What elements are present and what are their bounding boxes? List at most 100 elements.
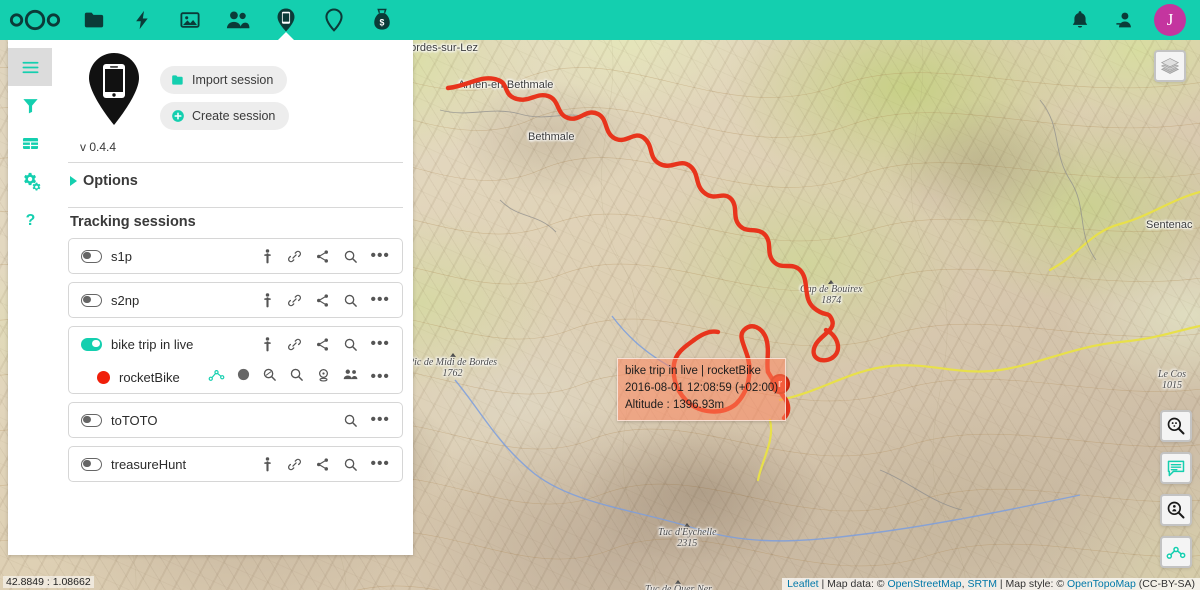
app-version: v 0.4.4 [80,140,403,154]
walking-person-icon[interactable] [261,337,274,352]
filled-circle-icon[interactable] [237,368,250,386]
lightning-icon [131,9,153,31]
device-row[interactable]: rocketBike ••• [69,361,402,393]
link-icon[interactable] [287,249,302,264]
phone-map-pin-icon [86,52,142,126]
tooltip-icon [1166,458,1186,478]
zoom-line-icon[interactable] [262,367,277,387]
topbar-item-phonetrack[interactable] [262,0,310,40]
attr-text-2: | Map style: © [997,578,1067,590]
import-session-label: Import session [192,73,273,87]
attr-license: (CC-BY-SA) [1136,578,1195,590]
session-row[interactable]: s1p ••• [69,239,402,273]
search-icon[interactable] [343,457,358,472]
user-icon [1115,11,1134,29]
locate-point-icon[interactable] [316,367,331,388]
topbar-item-contacts[interactable] [214,0,262,40]
bell-icon [1071,10,1089,30]
topbar-item-photos[interactable] [166,0,214,40]
srtm-link[interactable]: SRTM [967,578,997,590]
svg-text:$: $ [380,18,385,28]
sidebar-icon-rail: ? [8,40,52,555]
topbar-item-notifications[interactable] [1058,0,1102,40]
create-session-button[interactable]: Create session [160,102,289,130]
zoom-all-sessions-button[interactable] [1160,410,1192,442]
options-label: Options [83,173,138,189]
session-row[interactable]: treasureHunt ••• [69,447,402,481]
attr-text: | Map data: © [819,578,888,590]
search-icon[interactable] [343,413,358,428]
walking-person-icon[interactable] [261,249,274,264]
sidebar-item-menu[interactable] [8,48,52,86]
more-options-icon[interactable]: ••• [371,339,390,349]
session-row[interactable]: s2np ••• [69,283,402,317]
more-options-icon[interactable]: ••• [371,459,390,469]
layers-button[interactable] [1154,50,1186,82]
sidebar-item-help[interactable]: ? [8,200,52,238]
import-session-button[interactable]: Import session [160,66,287,94]
topbar-item-maps[interactable] [310,0,358,40]
walking-person-icon[interactable] [261,457,274,472]
session-card: s1p ••• [68,238,403,274]
search-icon[interactable] [343,249,358,264]
device-color-swatch[interactable] [97,371,110,384]
sidebar-item-table[interactable] [8,124,52,162]
session-actions: ••• [261,457,390,472]
session-row[interactable]: toTOTO ••• [69,403,402,437]
more-options-icon[interactable]: ••• [371,251,390,261]
question-mark-icon: ? [21,210,40,229]
toggle-lines-button[interactable] [1160,536,1192,568]
topbar-item-activity[interactable] [118,0,166,40]
layers-icon [1160,56,1180,76]
topbar-item-files[interactable] [70,0,118,40]
session-toggle[interactable] [81,414,102,427]
folder-icon [171,73,185,87]
link-icon[interactable] [287,457,302,472]
session-row[interactable]: bike trip in live ••• [69,327,402,361]
osm-link[interactable]: OpenStreetMap [887,578,961,590]
people-icon[interactable] [343,368,359,386]
link-icon[interactable] [287,337,302,352]
walking-person-icon[interactable] [261,293,274,308]
session-name: treasureHunt [111,457,261,472]
route-icon [1166,542,1186,562]
leaflet-link[interactable]: Leaflet [787,578,819,590]
nextcloud-logo[interactable] [0,0,70,40]
session-name: toTOTO [111,413,343,428]
more-options-icon[interactable]: ••• [371,415,390,425]
topbar-item-contacts-menu[interactable] [1102,0,1146,40]
zoom-device-button[interactable] [1160,494,1192,526]
search-icon[interactable] [343,293,358,308]
table-icon [21,134,40,153]
sidebar-item-filters[interactable] [8,86,52,124]
nextcloud-topbar: $ J [0,0,1200,40]
user-avatar[interactable]: J [1154,4,1186,36]
toggle-tooltips-button[interactable] [1160,452,1192,484]
session-card: treasureHunt ••• [68,446,403,482]
share-icon[interactable] [315,337,330,352]
route-icon[interactable] [208,367,225,387]
search-icon[interactable] [343,337,358,352]
topo-link[interactable]: OpenTopoMap [1067,578,1136,590]
session-toggle[interactable] [81,250,102,263]
sidebar-item-settings[interactable] [8,162,52,200]
session-toggle[interactable] [81,294,102,307]
sessions-title: Tracking sessions [68,208,403,238]
popup-title: bike trip in live | rocketBike [625,363,778,380]
more-options-icon[interactable]: ••• [371,372,390,382]
session-name: s1p [111,249,261,264]
zoom-faces-icon [1166,416,1186,436]
share-icon[interactable] [315,457,330,472]
share-icon[interactable] [315,293,330,308]
session-toggle[interactable] [81,338,102,351]
sessions-list: s1p ••• s2np [68,238,403,482]
link-icon[interactable] [287,293,302,308]
topbar-item-cospend[interactable]: $ [358,0,406,40]
image-icon [179,9,201,31]
session-toggle[interactable] [81,458,102,471]
options-toggle[interactable]: Options [68,163,403,199]
share-icon[interactable] [315,249,330,264]
more-options-icon[interactable]: ••• [371,295,390,305]
search-icon[interactable] [289,367,304,387]
device-name: rocketBike [119,370,208,385]
